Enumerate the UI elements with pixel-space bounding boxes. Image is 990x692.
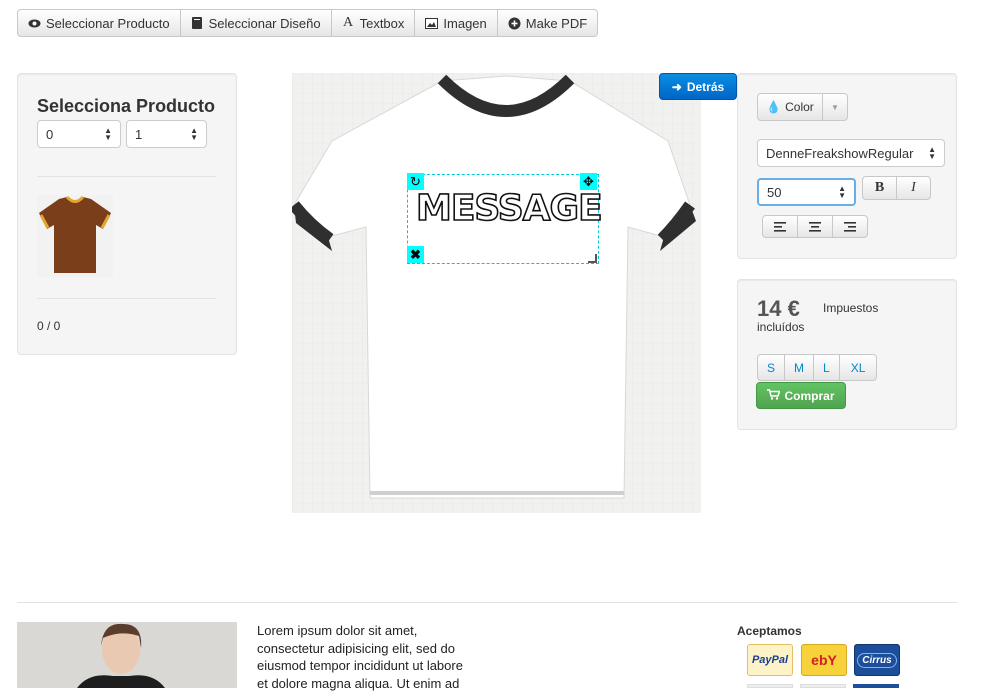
product-thumbnail[interactable] bbox=[37, 195, 113, 277]
color-dropdown-toggle[interactable]: ▼ bbox=[822, 93, 848, 121]
size-option[interactable]: M bbox=[785, 354, 815, 381]
select-product-label: Seleccionar Producto bbox=[46, 15, 170, 31]
tshirt-image bbox=[292, 73, 701, 513]
bold-button[interactable]: B bbox=[862, 176, 897, 200]
select-design-label: Seleccionar Diseño bbox=[208, 15, 321, 31]
resize-handle-icon[interactable] bbox=[588, 254, 597, 263]
arrow-right-icon: ➜ bbox=[671, 79, 682, 94]
design-text-object[interactable]: MESSAGE bbox=[415, 187, 603, 230]
product-select-a-value: 0 bbox=[46, 126, 54, 142]
select-product-button[interactable]: Seleccionar Producto bbox=[17, 9, 181, 37]
textbox-label: Textbox bbox=[359, 15, 405, 31]
paypal-logo: PayPal bbox=[747, 644, 793, 676]
align-center-icon bbox=[809, 221, 821, 232]
shopping-cart-icon bbox=[767, 388, 782, 403]
align-right-icon bbox=[844, 221, 856, 232]
color-label: Color bbox=[785, 100, 814, 114]
buy-button[interactable]: Comprar bbox=[756, 382, 846, 409]
size-option[interactable]: S bbox=[757, 354, 786, 381]
color-button[interactable]: 💧 Color bbox=[757, 93, 823, 121]
rotate-handle-icon[interactable]: ↻ bbox=[407, 173, 424, 190]
font-select-value: DenneFreakshowRegular bbox=[766, 145, 914, 161]
caret-down-icon: ▼ bbox=[831, 102, 839, 112]
align-right-button[interactable] bbox=[832, 215, 868, 238]
divider bbox=[37, 176, 216, 177]
back-toggle-button[interactable]: ➜ Detrás bbox=[659, 73, 737, 100]
product-select-a[interactable]: 0 ▲ ▼ bbox=[37, 120, 121, 148]
updown-arrows-icon: ▲ ▼ bbox=[928, 145, 936, 161]
size-option[interactable]: L bbox=[814, 354, 840, 381]
align-center-button[interactable] bbox=[797, 215, 833, 238]
main-toolbar: Seleccionar Producto Seleccionar Diseño … bbox=[17, 9, 599, 37]
italic-button[interactable]: I bbox=[896, 176, 931, 200]
italic-label: I bbox=[911, 180, 916, 195]
align-left-button[interactable] bbox=[762, 215, 798, 238]
bold-label: B bbox=[874, 180, 885, 195]
cirrus-logo: Cirrus bbox=[854, 644, 900, 676]
image-label: Imagen bbox=[443, 15, 487, 31]
book-icon bbox=[191, 17, 204, 30]
tax-line-1: Impuestos bbox=[823, 301, 879, 315]
image-button[interactable]: Imagen bbox=[415, 9, 498, 37]
pager-text: 0 / 0 bbox=[37, 319, 61, 333]
product-select-b[interactable]: 1 ▲ ▼ bbox=[126, 120, 207, 148]
align-left-icon bbox=[774, 221, 786, 232]
move-handle-icon[interactable]: ✥ bbox=[580, 173, 597, 190]
stepper-arrows-icon: ▲ ▼ bbox=[838, 184, 846, 200]
eye-icon bbox=[28, 17, 41, 30]
ebay-logo: ebY bbox=[801, 644, 847, 676]
plus-circle-icon bbox=[508, 17, 521, 30]
buy-label: Comprar bbox=[784, 388, 835, 403]
updown-arrows-icon: ▲ ▼ bbox=[104, 126, 112, 142]
product-select-b-value: 1 bbox=[135, 126, 143, 142]
design-canvas[interactable]: MESSAGE ↻ ✥ ✖ bbox=[292, 73, 701, 513]
product-panel-title: Selecciona Producto bbox=[37, 96, 216, 116]
make-pdf-label: Make PDF bbox=[525, 15, 588, 31]
delete-handle-icon[interactable]: ✖ bbox=[407, 246, 424, 263]
updown-arrows-icon: ▲ ▼ bbox=[190, 126, 198, 142]
font-size-input[interactable]: 50 ▲ ▼ bbox=[757, 178, 856, 206]
footer-divider bbox=[17, 602, 957, 603]
tax-line-2: incluídos bbox=[757, 320, 805, 334]
footer-paragraph: Lorem ipsum dolor sit amet, consectetur … bbox=[257, 623, 463, 691]
textbox-button[interactable]: A Textbox bbox=[331, 9, 416, 37]
size-option[interactable]: XL bbox=[839, 354, 878, 381]
accept-title: Aceptamos bbox=[737, 624, 802, 638]
select-design-button[interactable]: Seleccionar Diseño bbox=[180, 9, 332, 37]
model-photo bbox=[17, 622, 237, 688]
payment-logo-row-2 bbox=[747, 684, 900, 688]
price-value: 14 € bbox=[757, 296, 800, 321]
text-icon: A bbox=[343, 15, 354, 30]
font-select[interactable]: DenneFreakshowRegular ▲ ▼ bbox=[757, 139, 945, 167]
make-pdf-button[interactable]: Make PDF bbox=[497, 9, 599, 37]
divider bbox=[37, 298, 216, 299]
tint-drop-icon: 💧 bbox=[766, 100, 782, 114]
back-toggle-label: Detrás bbox=[686, 79, 725, 94]
font-size-value: 50 bbox=[767, 184, 782, 200]
size-selector: S M L XL bbox=[757, 354, 878, 381]
picture-icon bbox=[425, 17, 439, 30]
